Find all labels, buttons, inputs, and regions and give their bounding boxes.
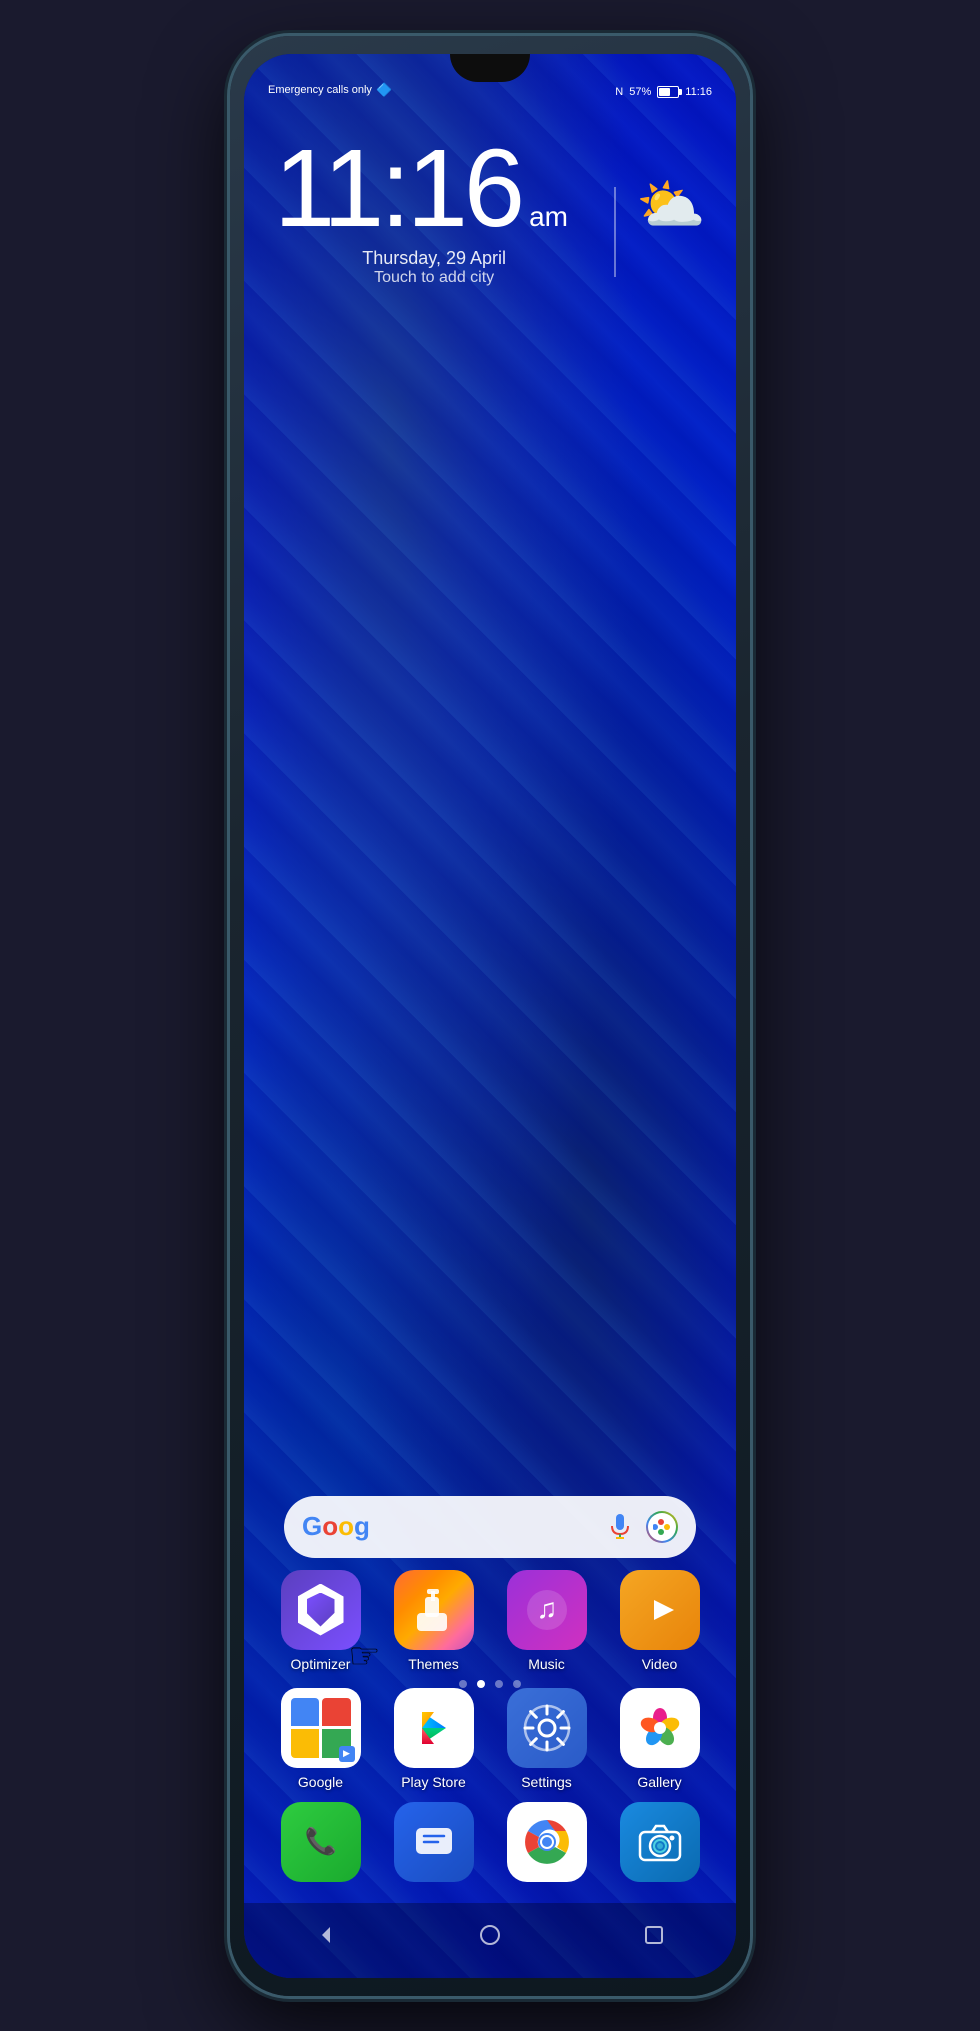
- app-item-themes[interactable]: Themes: [384, 1570, 484, 1672]
- dot-1: [459, 1680, 467, 1688]
- app-item-optimizer[interactable]: ☞ Optimizer: [271, 1570, 371, 1672]
- themes-icon: [394, 1570, 474, 1650]
- settings-icon: [507, 1688, 587, 1768]
- google-label: Google: [298, 1774, 343, 1790]
- page-indicators: [244, 1680, 736, 1688]
- voice-search-button[interactable]: [606, 1513, 634, 1541]
- dock-messages[interactable]: [384, 1802, 484, 1888]
- dock-row: 📞: [244, 1802, 736, 1888]
- nfc-icon: 🔷: [376, 82, 392, 98]
- gallery-icon: [620, 1688, 700, 1768]
- lens-search-button[interactable]: [646, 1511, 678, 1543]
- big-clock: 11:16 am: [274, 134, 594, 244]
- app-item-google[interactable]: ▶ Google: [271, 1688, 371, 1790]
- chrome-icon: [507, 1802, 587, 1882]
- emergency-text: Emergency calls only: [268, 84, 372, 96]
- weather-widget[interactable]: ⛅: [636, 177, 706, 243]
- google-app-icon: ▶: [281, 1688, 361, 1768]
- clock-status: 11:16: [685, 86, 712, 98]
- music-label: Music: [528, 1656, 565, 1672]
- video-label: Video: [642, 1656, 678, 1672]
- gallery-label: Gallery: [637, 1774, 681, 1790]
- date-display: Thursday, 29 April: [274, 248, 594, 269]
- app-row-2: ▶ Google: [244, 1688, 736, 1790]
- dock-chrome[interactable]: [497, 1802, 597, 1888]
- dock-camera[interactable]: [610, 1802, 710, 1888]
- battery-icon: [657, 86, 679, 98]
- status-right: N 57% 11:16: [615, 86, 712, 98]
- google-search-bar[interactable]: Goog: [284, 1496, 696, 1558]
- phone-screen: Emergency calls only 🔷 N 57% 11:16 11:16: [244, 54, 736, 1978]
- phone-frame: Emergency calls only 🔷 N 57% 11:16 11:16: [230, 36, 750, 1996]
- time-left: 11:16 am Thursday, 29 April Touch to add…: [274, 134, 594, 287]
- nav-bar: [244, 1903, 736, 1978]
- dot-2: [477, 1680, 485, 1688]
- google-logo: Goog: [302, 1511, 370, 1542]
- back-button[interactable]: [308, 1917, 344, 1953]
- home-button[interactable]: [472, 1917, 508, 1953]
- time-area: 11:16 am Thursday, 29 April Touch to add…: [244, 134, 736, 287]
- dot-4: [513, 1680, 521, 1688]
- svg-text:♫: ♫: [536, 1593, 557, 1624]
- messages-icon: [394, 1802, 474, 1882]
- time-divider: [614, 187, 616, 277]
- recents-button[interactable]: [636, 1917, 672, 1953]
- optimizer-label: Optimizer: [291, 1656, 351, 1672]
- dock-phone[interactable]: 📞: [271, 1802, 371, 1888]
- phone-icon: 📞: [281, 1802, 361, 1882]
- clock-digits: 11:16: [274, 134, 521, 244]
- settings-label: Settings: [521, 1774, 572, 1790]
- status-left: Emergency calls only 🔷: [268, 82, 392, 98]
- dot-3: [495, 1680, 503, 1688]
- app-item-video[interactable]: Video: [610, 1570, 710, 1672]
- app-item-playstore[interactable]: Play Store: [384, 1688, 484, 1790]
- cursor-icon: ☞: [348, 1635, 380, 1677]
- app-item-gallery[interactable]: Gallery: [610, 1688, 710, 1790]
- themes-label: Themes: [408, 1656, 459, 1672]
- video-icon: [620, 1570, 700, 1650]
- camera-icon: [620, 1802, 700, 1882]
- dock: 📞: [244, 1802, 736, 1896]
- battery-percent: 57%: [629, 86, 651, 98]
- app-item-settings[interactable]: Settings: [497, 1688, 597, 1790]
- svg-text:📞: 📞: [304, 1824, 337, 1856]
- playstore-label: Play Store: [401, 1774, 466, 1790]
- playstore-icon: [394, 1688, 474, 1768]
- weather-icon: ⛅: [636, 177, 706, 233]
- app-row-1: ☞ Optimizer Themes: [244, 1570, 736, 1672]
- add-city-prompt[interactable]: Touch to add city: [274, 269, 594, 287]
- nfc-indicator: N: [615, 86, 623, 98]
- app-item-music[interactable]: ♫ Music: [497, 1570, 597, 1672]
- am-pm: am: [529, 203, 568, 231]
- music-icon: ♫: [507, 1570, 587, 1650]
